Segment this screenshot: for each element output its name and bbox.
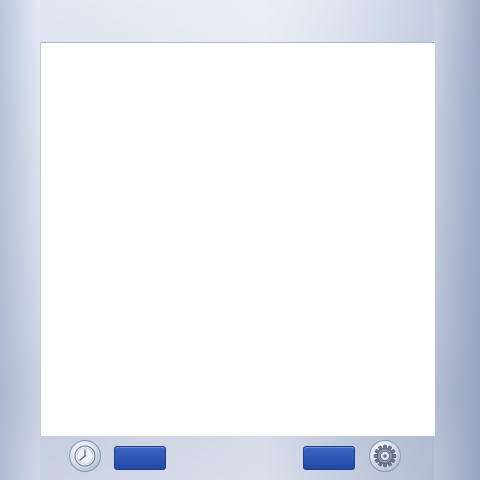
right-action-button[interactable] (303, 446, 355, 470)
settings-button[interactable] (369, 440, 401, 472)
clock-button[interactable] (69, 440, 101, 472)
content-pane (40, 42, 435, 436)
bottom-toolbar (0, 436, 480, 480)
clock-icon (74, 445, 96, 467)
window-frame (0, 0, 480, 480)
left-action-button[interactable] (114, 446, 166, 470)
gear-icon (373, 444, 397, 468)
